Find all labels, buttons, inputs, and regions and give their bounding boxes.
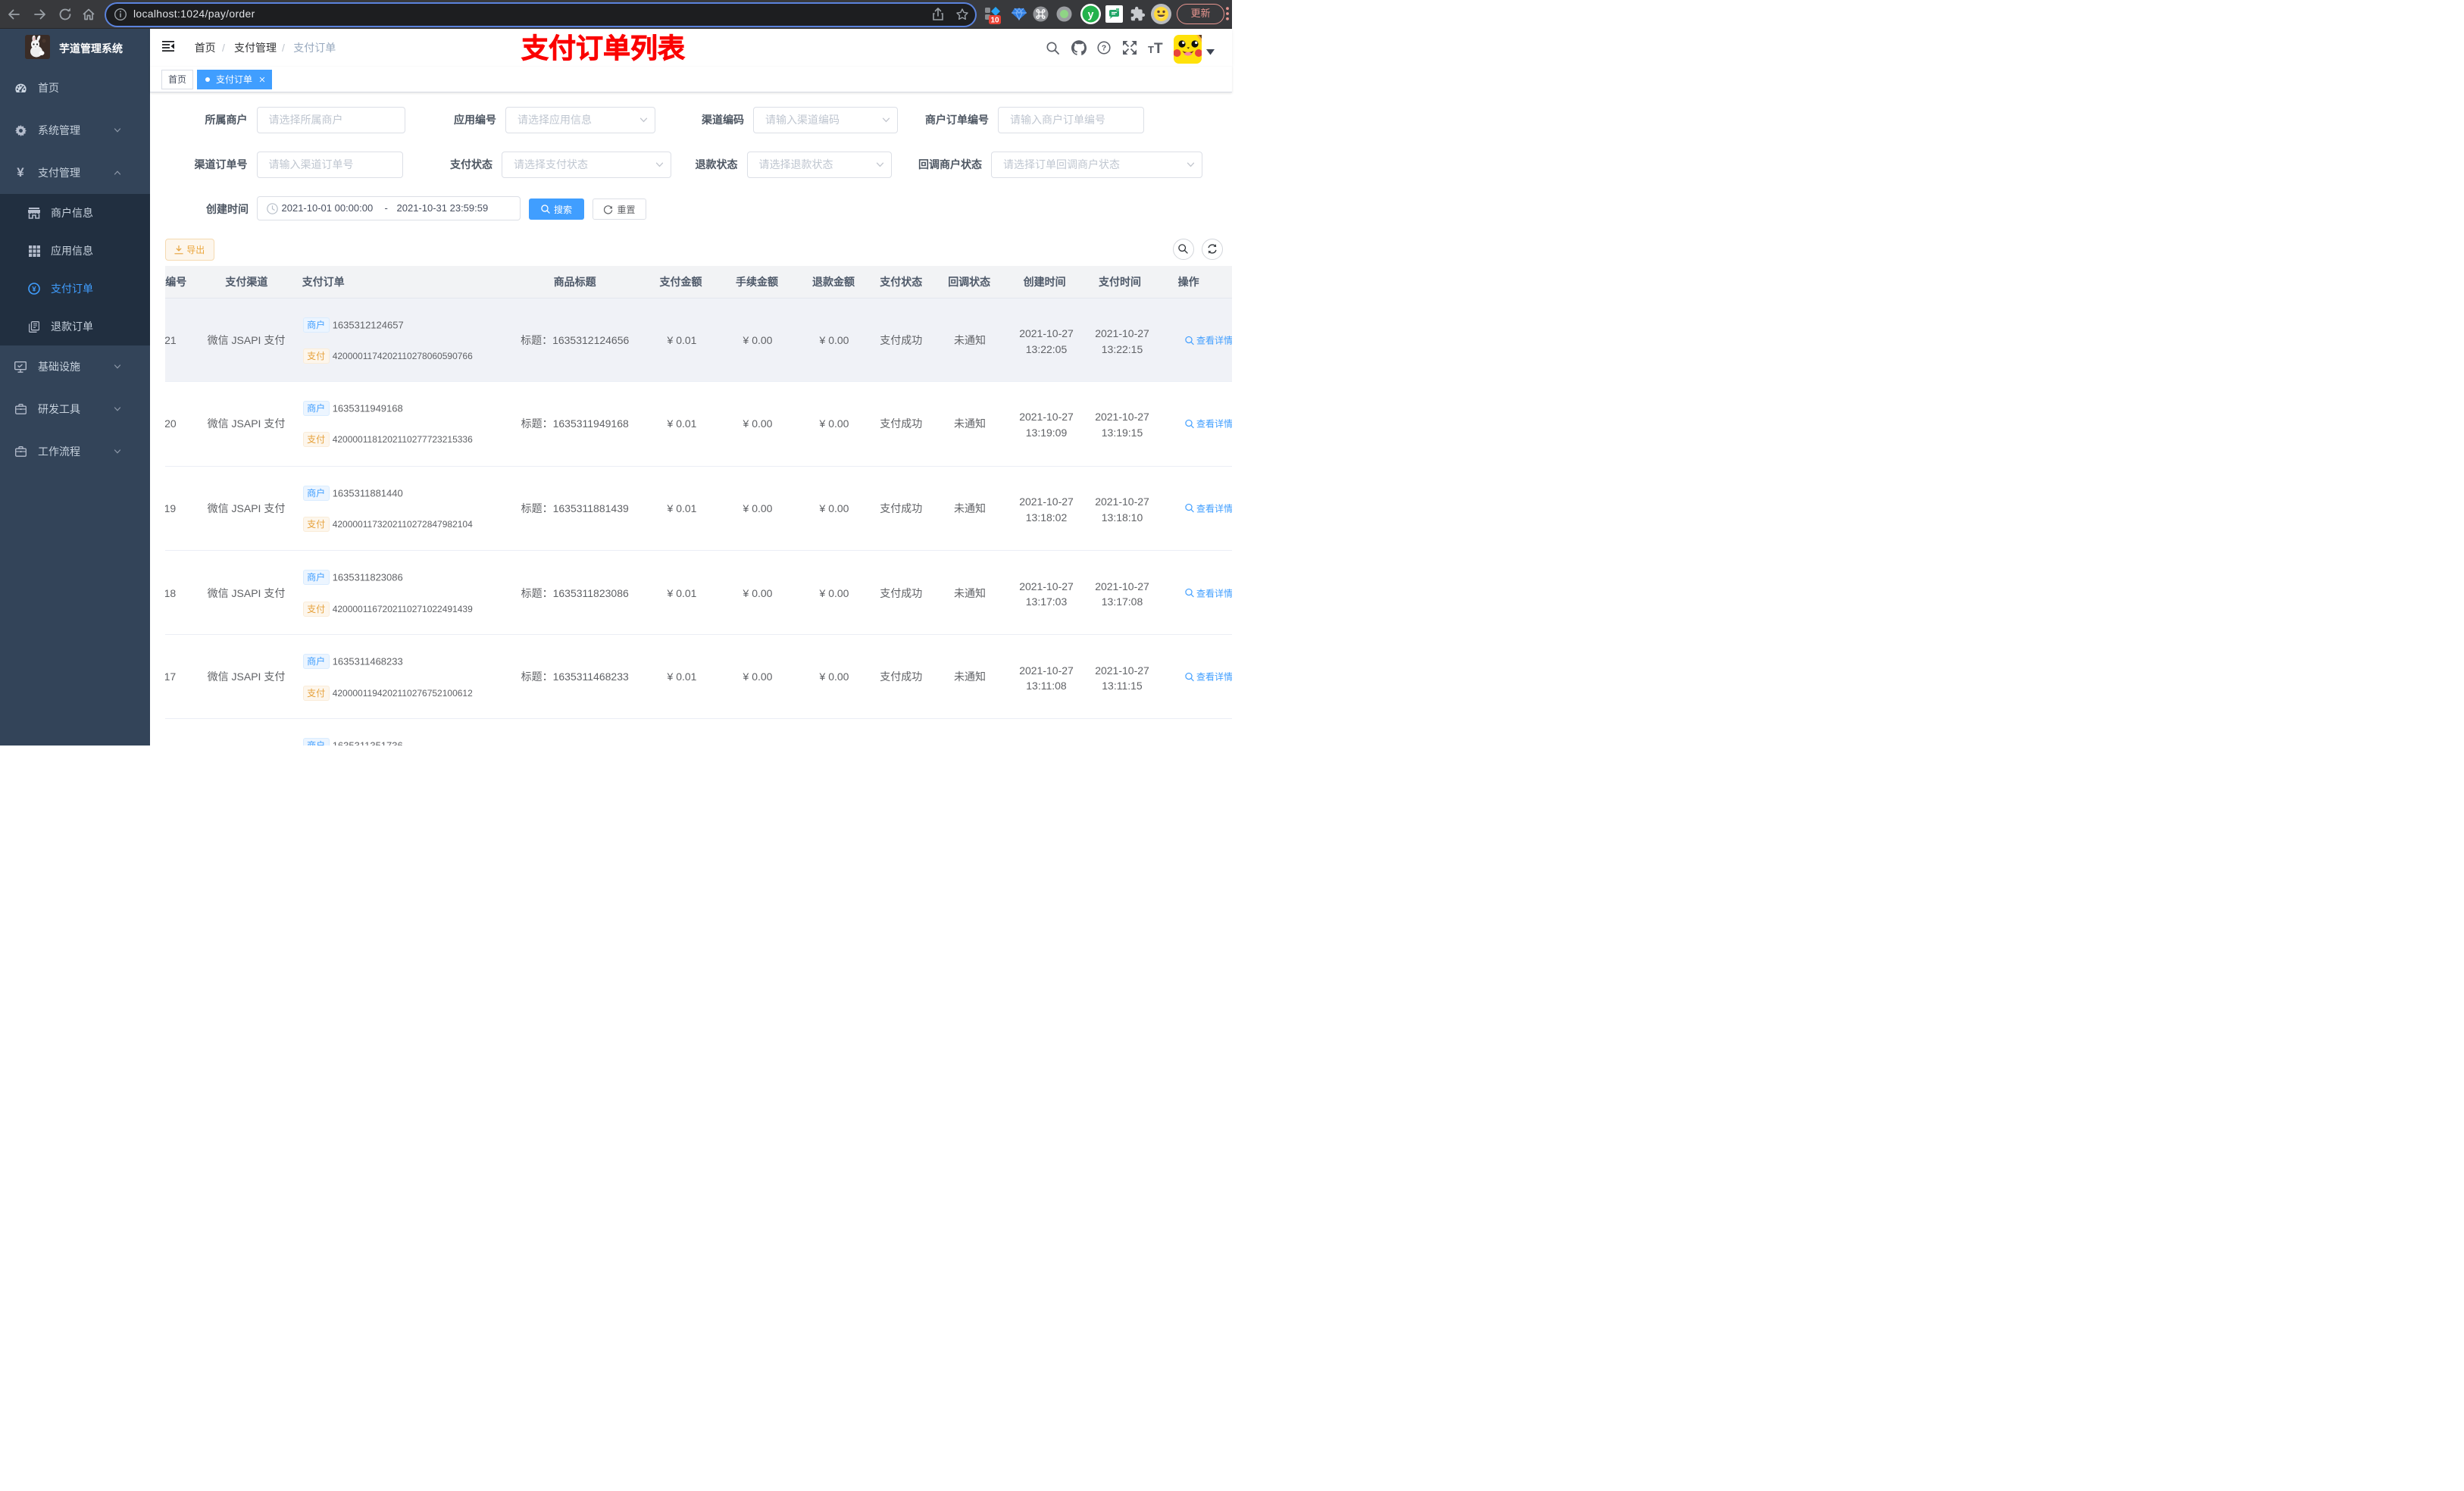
svg-text:?: ?	[1102, 44, 1106, 53]
svg-text:¥: ¥	[32, 286, 36, 294]
svg-text:T: T	[1148, 44, 1154, 55]
svg-text:y: y	[1088, 8, 1094, 20]
svg-text:10: 10	[990, 17, 999, 25]
svg-text:T: T	[1154, 41, 1163, 55]
